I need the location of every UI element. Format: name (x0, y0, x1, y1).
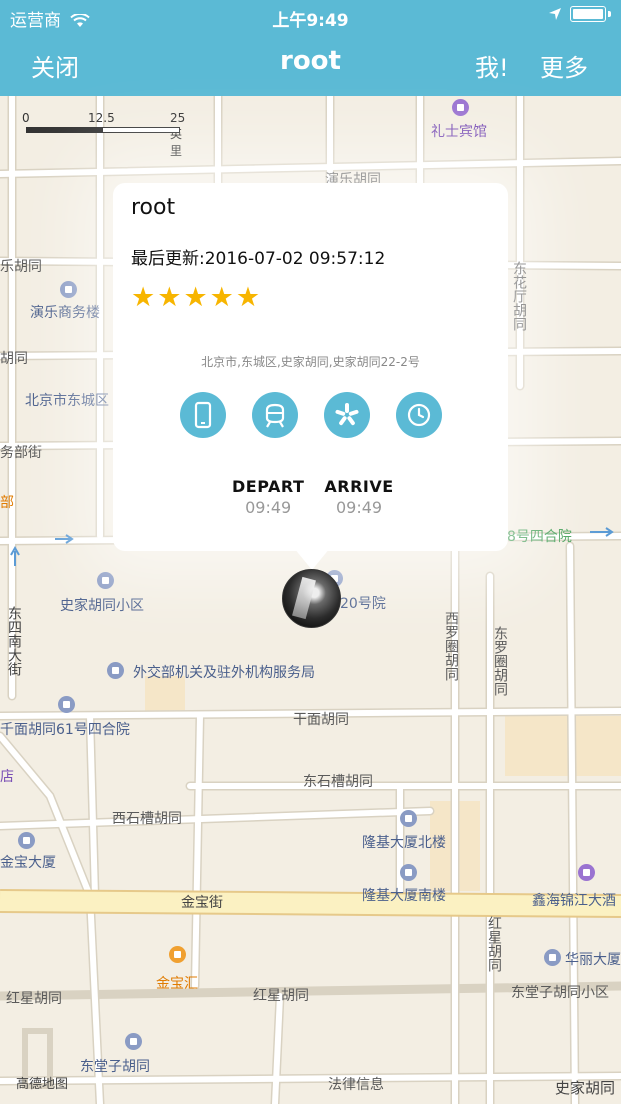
arrive-time: 09:49 (335, 498, 383, 517)
map-label: 乐胡同 (0, 259, 42, 275)
star-icon: ★ (209, 282, 234, 313)
star-poi-icon (107, 662, 124, 679)
transit-button[interactable] (252, 392, 298, 438)
map-label[interactable]: 史家胡同小区 (60, 595, 144, 615)
me-button[interactable]: 我! (475, 48, 509, 83)
depart-time: 09:49 (245, 498, 292, 517)
map-label: 西罗圈胡同 (443, 611, 459, 681)
map-label[interactable]: 演乐商务楼 (30, 302, 100, 322)
clock-button[interactable] (396, 392, 442, 438)
map-label[interactable]: 北京市东城区 (25, 390, 109, 410)
depart-block: DEPART 09:49 (232, 477, 304, 517)
arrive-block: ARRIVE 09:49 (324, 477, 393, 517)
clock-icon (407, 403, 431, 427)
building-icon (60, 281, 77, 298)
star-icon: ★ (131, 282, 156, 313)
location-arrow-icon (549, 8, 561, 20)
map-label: 8号四合院 (507, 529, 572, 545)
phone-button[interactable] (180, 392, 226, 438)
map-label: 西石槽胡同 (112, 811, 182, 827)
building-icon (544, 949, 561, 966)
hotel-icon (578, 864, 595, 881)
more-button[interactable]: 更多 (540, 48, 588, 83)
last-update-text: 最后更新:2016-07-02 09:57:12 (131, 249, 386, 269)
map-label: 红星胡同 (486, 916, 502, 972)
status-bar: 运营商 上午9:49 (0, 0, 621, 32)
star-icon: ★ (183, 282, 208, 313)
building-icon (400, 810, 417, 827)
travel-times: DEPART 09:49 ARRIVE 09:49 (232, 477, 394, 517)
popup-address: 北京市,东城区,史家胡同,史家胡同22-2号 (201, 355, 420, 369)
phone-icon (194, 401, 212, 429)
yelp-icon (335, 403, 359, 426)
map-label[interactable]: 千面胡同61号四合院 (0, 719, 130, 739)
map-label: 金宝街 (181, 895, 223, 911)
hotel-icon (452, 99, 469, 116)
page-title: root (280, 46, 341, 76)
map-label: 红星胡同 (6, 991, 62, 1007)
map-label[interactable]: 华丽大厦 (565, 949, 621, 969)
building-icon (125, 1033, 142, 1050)
map-label: 东堂子胡同小区 (511, 985, 609, 1001)
building-icon (400, 864, 417, 881)
arrive-label: ARRIVE (324, 477, 394, 496)
map-label: 店 (0, 769, 14, 785)
map-label: 部 (0, 495, 14, 511)
map-label[interactable]: 金宝大厦 (0, 852, 56, 872)
map-label[interactable]: 隆基大厦北楼 (362, 832, 446, 852)
rating-stars: ★ ★ ★ ★ ★ (131, 283, 260, 313)
map-label: 东石槽胡同 (303, 774, 373, 790)
depart-label: DEPART (232, 477, 305, 496)
map-label[interactable]: 鑫海锦江大酒 (532, 890, 616, 910)
popup-username: root (131, 195, 176, 220)
map-label: 干面胡同 (293, 712, 349, 728)
map-label[interactable]: 金宝汇 (156, 973, 198, 993)
map-label[interactable]: 隆基大厦南楼 (362, 885, 446, 905)
yelp-button[interactable] (324, 392, 370, 438)
location-popup: root 最后更新:2016-07-02 09:57:12 ★ ★ ★ ★ ★ … (113, 183, 508, 551)
star-icon: ★ (157, 282, 182, 313)
navigation-bar: 关闭 root 我! 更多 (0, 32, 621, 96)
map-label: 法律信息 (328, 1077, 384, 1093)
building-icon (97, 572, 114, 589)
map-label[interactable]: 外交部机关及驻外机构服务局 (133, 662, 315, 682)
shopping-icon (169, 946, 186, 963)
map-label: 东四南大街 (6, 606, 22, 676)
map-label[interactable]: 东堂子胡同 (80, 1056, 150, 1076)
building-icon (58, 696, 75, 713)
building-icon (18, 832, 35, 849)
popup-pointer (294, 548, 330, 570)
map-label: 胡同 (0, 351, 28, 367)
map-label: 东花厅胡同 (511, 261, 527, 331)
status-time: 上午9:49 (272, 11, 349, 31)
map-label: 东罗圈胡同 (492, 626, 508, 696)
map-label[interactable]: 礼士宾馆 (431, 121, 487, 141)
map-label: 务部街 (0, 445, 42, 461)
map-provider-logo: 史家胡同 (554, 1079, 615, 1097)
user-location-avatar[interactable] (282, 569, 341, 628)
star-icon: ★ (235, 282, 261, 313)
transit-icon (265, 403, 285, 428)
map-label[interactable]: 20号院 (340, 593, 386, 613)
map-label: 红星胡同 (253, 988, 309, 1004)
map-label: 高德地图 (16, 1077, 69, 1092)
battery-icon (570, 6, 606, 22)
